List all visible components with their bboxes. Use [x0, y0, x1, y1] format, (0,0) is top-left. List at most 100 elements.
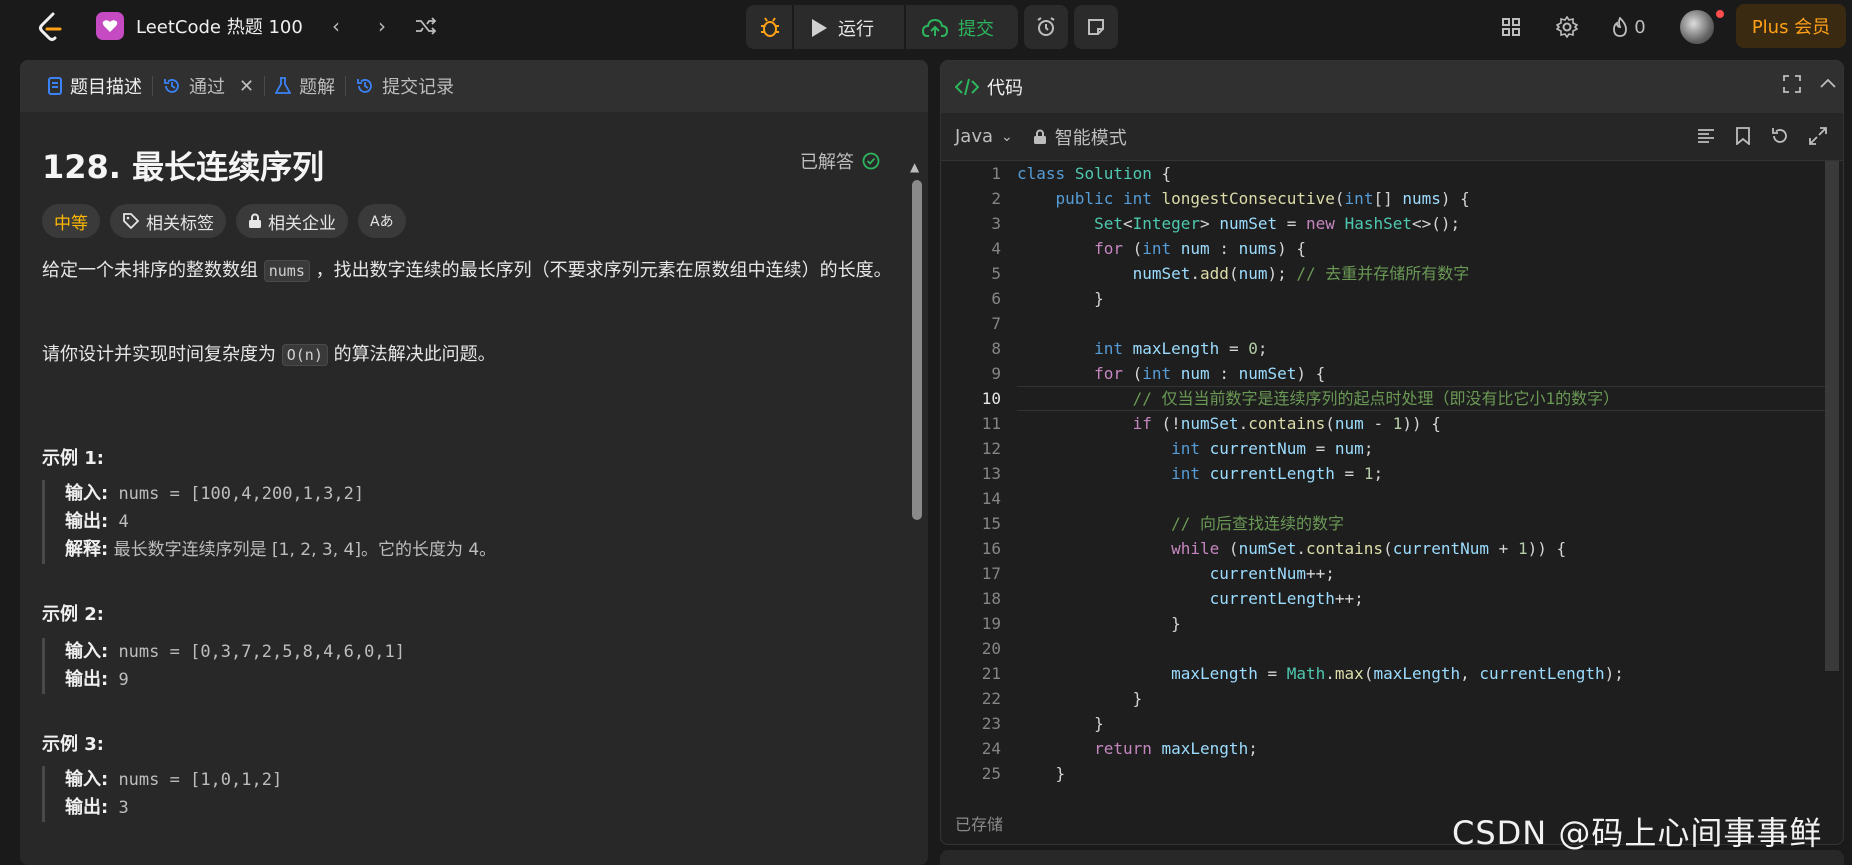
- code-line[interactable]: // 仅当当前数字是连续序列的起点时处理（即没有比它小1的数字）: [1017, 386, 1624, 411]
- play-icon: [812, 19, 827, 37]
- tab-accepted-label: 通过: [189, 77, 225, 98]
- format-icon[interactable]: [1697, 127, 1715, 150]
- timer-button[interactable]: [1024, 5, 1068, 49]
- lock-icon: [1033, 129, 1046, 144]
- code-line[interactable]: public int longestConsecutive(int[] nums…: [1017, 186, 1624, 211]
- code-line[interactable]: class Solution {: [1017, 161, 1624, 186]
- maximize-icon[interactable]: [1783, 75, 1801, 98]
- tab-description-label: 题目描述: [70, 77, 142, 98]
- input-label: 输入:: [65, 483, 109, 504]
- code-line[interactable]: for (int num : numSet) {: [1017, 361, 1624, 386]
- submit-button[interactable]: 提交: [922, 15, 994, 41]
- line-number: 24: [981, 739, 1001, 758]
- shuffle-icon: [416, 17, 437, 35]
- history-icon: [164, 79, 179, 93]
- bookmark-icon[interactable]: [1735, 127, 1751, 150]
- code-line[interactable]: }: [1017, 761, 1624, 786]
- streak-counter[interactable]: 0: [1604, 12, 1654, 42]
- code-line[interactable]: while (numSet.contains(currentNum + 1)) …: [1017, 536, 1624, 561]
- code-line[interactable]: Set<Integer> numSet = new HashSet<>();: [1017, 211, 1624, 236]
- language-select[interactable]: Java ⌄: [955, 126, 1013, 147]
- fire-icon: [1613, 17, 1628, 37]
- line-number: 14: [981, 489, 1001, 508]
- notes-button[interactable]: [1074, 5, 1118, 49]
- tab-solutions[interactable]: 题解: [265, 73, 345, 99]
- related-tags-label: 相关标签: [146, 213, 214, 234]
- line-number: 21: [981, 664, 1001, 683]
- code-editor[interactable]: 1 2 3 4 5 6 7 8 9 10 11 12 13 14 15 16 17 18 19 20 21 22 23 24 2…: [941, 161, 1843, 796]
- code-line[interactable]: for (int num : nums) {: [1017, 236, 1624, 261]
- code-line[interactable]: }: [1017, 611, 1624, 636]
- close-icon[interactable]: ✕: [239, 76, 254, 97]
- gear-icon: [1556, 16, 1578, 38]
- reset-icon[interactable]: [1771, 127, 1789, 150]
- code-content[interactable]: class Solution { public int longestConse…: [1017, 161, 1624, 786]
- next-question-button[interactable]: ›: [368, 12, 396, 40]
- tab-solutions-label: 题解: [299, 77, 336, 98]
- scroll-up-arrow[interactable]: ▲: [910, 160, 919, 174]
- code-line[interactable]: currentNum++;: [1017, 561, 1624, 586]
- code-line[interactable]: currentLength++;: [1017, 586, 1624, 611]
- code-line[interactable]: }: [1017, 686, 1624, 711]
- study-plan-title[interactable]: LeetCode 热题 100: [136, 14, 303, 38]
- leetcode-logo[interactable]: [34, 10, 68, 44]
- scroll-thumb[interactable]: [912, 180, 922, 520]
- code-line[interactable]: }: [1017, 286, 1624, 311]
- tab-description[interactable]: 题目描述: [38, 73, 152, 99]
- code-line[interactable]: int maxLength = 0;: [1017, 336, 1624, 361]
- line-number: 5: [991, 264, 1001, 283]
- plus-membership-button[interactable]: Plus 会员: [1736, 4, 1846, 48]
- related-tags-button[interactable]: 相关标签: [110, 204, 226, 238]
- line-number: 3: [991, 214, 1001, 233]
- settings-button[interactable]: [1552, 12, 1582, 42]
- lock-icon: [249, 213, 261, 228]
- code-line[interactable]: [1017, 636, 1624, 661]
- prev-question-button[interactable]: ‹: [322, 12, 350, 40]
- code-line[interactable]: }: [1017, 711, 1624, 736]
- desc-text: ，找出数字连续的最长序列（不要求序列元素在原数组中连续）的长度。: [309, 260, 892, 281]
- random-question-button[interactable]: [412, 12, 440, 40]
- explain-label: 解释:: [65, 539, 109, 560]
- example-output: 9: [108, 670, 129, 690]
- code-line[interactable]: int currentLength = 1;: [1017, 461, 1624, 486]
- tab-submissions[interactable]: 提交记录: [346, 73, 464, 99]
- code-line[interactable]: int currentNum = num;: [1017, 436, 1624, 461]
- avatar[interactable]: [1680, 10, 1714, 44]
- code-line[interactable]: // 向后查找连续的数字: [1017, 511, 1624, 536]
- run-submit-group: 运行 提交: [746, 5, 1018, 49]
- expand-icon[interactable]: [1809, 127, 1827, 150]
- inline-code: nums: [263, 260, 310, 282]
- bug-icon: [761, 17, 779, 37]
- study-plan-icon[interactable]: [96, 12, 124, 40]
- desc-text: 给定一个未排序的整数数组: [42, 260, 264, 281]
- smart-mode-toggle[interactable]: 智能模式: [1033, 124, 1127, 150]
- debug-button[interactable]: [760, 16, 780, 38]
- run-button[interactable]: 运行: [810, 15, 874, 41]
- code-line[interactable]: if (!numSet.contains(num - 1)) {: [1017, 411, 1624, 436]
- line-number: 12: [981, 439, 1001, 458]
- code-line[interactable]: maxLength = Math.max(maxLength, currentL…: [1017, 661, 1624, 686]
- flask-icon: [275, 77, 292, 94]
- collapse-icon[interactable]: [1819, 75, 1837, 98]
- code-line[interactable]: numSet.add(num); // 去重并存储所有数字: [1017, 261, 1624, 286]
- example-2-title: 示例 2:: [42, 604, 104, 625]
- editor-scrollbar[interactable]: [1825, 161, 1839, 671]
- layout-button[interactable]: [1496, 12, 1526, 42]
- line-number: 7: [991, 314, 1001, 333]
- example-2-block: 输入: nums = [0,3,7,2,5,8,4,6,0,1] 输出: 9: [42, 638, 405, 694]
- code-line[interactable]: [1017, 486, 1624, 511]
- translate-icon: Aあ: [370, 214, 394, 230]
- line-number: 25: [981, 764, 1001, 783]
- related-companies-button[interactable]: 相关企业: [236, 204, 348, 238]
- line-number: 8: [991, 339, 1001, 358]
- code-line[interactable]: [1017, 311, 1624, 336]
- tab-accepted[interactable]: 通过 ✕: [153, 73, 264, 99]
- line-number: 6: [991, 289, 1001, 308]
- problem-description: 给定一个未排序的整数数组 nums ，找出数字连续的最长序列（不要求序列元素在原…: [42, 256, 902, 286]
- solved-label: 已解答: [800, 152, 854, 173]
- problem-scrollbar[interactable]: ▲ ▼: [910, 120, 922, 860]
- line-number: 16: [981, 539, 1001, 558]
- code-line[interactable]: return maxLength;: [1017, 736, 1624, 761]
- divider: [904, 5, 906, 49]
- translate-button[interactable]: Aあ: [358, 204, 406, 238]
